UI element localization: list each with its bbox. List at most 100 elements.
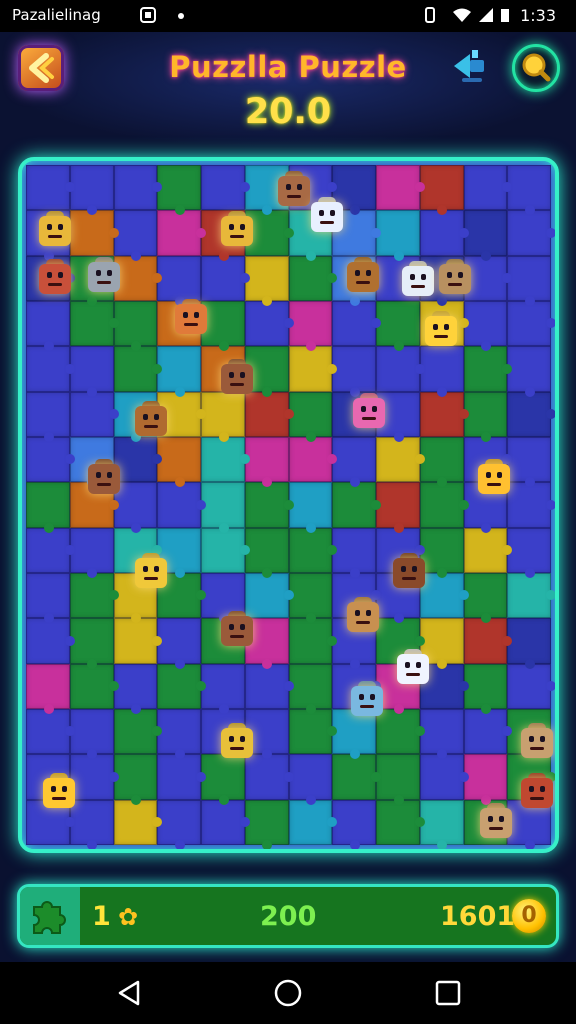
puzzle-piece[interactable] (463, 300, 508, 352)
puzzle-piece[interactable] (157, 346, 201, 397)
puzzle-piece[interactable] (419, 391, 469, 437)
brown-robot-character[interactable] (390, 553, 428, 591)
puzzle-piece[interactable] (26, 618, 75, 664)
puzzle-piece[interactable] (201, 527, 250, 573)
tan-robot-character[interactable] (477, 803, 515, 841)
red-cat-character[interactable] (36, 259, 74, 297)
puzzle-piece[interactable] (332, 300, 381, 347)
puzzle-piece[interactable] (507, 391, 555, 437)
puzzle-piece[interactable] (113, 799, 163, 845)
puzzle-piece[interactable] (463, 346, 513, 392)
puzzle-piece[interactable] (376, 165, 425, 211)
search-button[interactable] (512, 44, 560, 92)
puzzle-piece[interactable] (244, 663, 294, 709)
puzzle-piece[interactable] (419, 708, 464, 760)
yellow-robot-character[interactable] (218, 723, 256, 761)
yellow-block-character[interactable] (422, 311, 460, 349)
puzzle-piece[interactable] (332, 799, 376, 849)
puzzle-piece[interactable] (288, 391, 333, 442)
puzzle-piece[interactable] (507, 436, 551, 488)
puzzle-piece[interactable] (332, 527, 376, 578)
puzzle-piece[interactable] (288, 300, 333, 352)
puzzle-piece[interactable] (113, 346, 163, 392)
puzzle-piece[interactable] (463, 663, 508, 714)
brown-dog-character[interactable] (132, 401, 170, 439)
puzzle-piece[interactable] (157, 663, 206, 709)
puzzle-piece[interactable] (244, 799, 289, 849)
puzzle-piece[interactable] (507, 618, 551, 669)
white-ghost-character[interactable] (308, 197, 346, 235)
puzzle-piece[interactable] (376, 346, 425, 392)
orange-robot-character[interactable] (172, 299, 210, 337)
puzzle-piece[interactable] (69, 165, 114, 216)
puzzle-piece[interactable] (332, 346, 376, 397)
puzzle-piece[interactable] (201, 663, 245, 714)
puzzle-piece[interactable] (26, 391, 70, 442)
puzzle-piece[interactable] (201, 799, 250, 845)
tan-dog-character[interactable] (344, 597, 382, 635)
puzzle-piece[interactable] (244, 436, 289, 488)
puzzle-piece[interactable] (288, 346, 338, 392)
hint-button[interactable] (450, 46, 490, 86)
puzzle-piece[interactable] (507, 255, 551, 306)
puzzle-piece[interactable] (201, 482, 245, 533)
puzzle-piece[interactable] (463, 754, 508, 805)
puzzle-piece[interactable] (463, 618, 513, 664)
puzzle-piece[interactable] (332, 754, 381, 800)
gray-robot-character[interactable] (85, 257, 123, 295)
puzzle-piece[interactable] (288, 663, 333, 714)
brown-bear-character[interactable] (85, 459, 123, 497)
puzzle-piece[interactable] (26, 527, 75, 573)
puzzle-piece[interactable] (288, 436, 338, 483)
tan-robot-character[interactable] (518, 723, 555, 761)
puzzle-piece[interactable] (507, 210, 555, 256)
puzzle-piece[interactable] (376, 210, 420, 261)
puzzle-piece[interactable] (157, 210, 206, 256)
puzzle-piece[interactable] (332, 436, 376, 488)
puzzle-piece[interactable] (113, 663, 158, 714)
puzzle-piece[interactable] (157, 165, 201, 216)
puzzle-piece[interactable] (288, 754, 333, 805)
puzzle-piece[interactable] (288, 527, 338, 573)
yellow-robot-character[interactable] (36, 211, 74, 249)
puzzle-piece[interactable] (419, 436, 464, 488)
puzzle-piece[interactable] (113, 708, 163, 755)
puzzle-piece[interactable] (157, 708, 201, 760)
home-nav-icon[interactable] (273, 978, 303, 1008)
puzzle-piece[interactable] (332, 482, 381, 528)
puzzle-piece[interactable] (26, 663, 70, 714)
puzzle-piece[interactable] (157, 618, 201, 669)
yellow-robot-character[interactable] (132, 553, 170, 591)
puzzle-piece[interactable] (288, 482, 333, 533)
puzzle-piece[interactable] (157, 436, 201, 488)
puzzle-piece[interactable] (419, 165, 464, 216)
puzzle-piece[interactable] (244, 300, 294, 347)
tan-robot-character[interactable] (436, 259, 474, 297)
puzzle-piece[interactable] (26, 300, 70, 352)
puzzle-piece[interactable] (26, 572, 70, 624)
puzzle-piece[interactable] (507, 572, 555, 619)
puzzle-piece[interactable] (113, 754, 158, 805)
puzzle-piece[interactable] (419, 210, 469, 256)
puzzle-piece[interactable] (157, 482, 206, 528)
puzzle-piece[interactable] (463, 391, 508, 442)
puzzle-piece[interactable] (288, 255, 338, 301)
puzzle-piece[interactable] (507, 165, 551, 216)
puzzle-piece[interactable] (463, 527, 513, 573)
puzzle-piece[interactable] (201, 165, 250, 211)
puzzle-board[interactable] (18, 157, 559, 853)
puzzle-piece[interactable] (507, 482, 555, 528)
puzzle-piece[interactable] (507, 527, 551, 578)
puzzle-piece[interactable] (69, 708, 114, 760)
puzzle-piece[interactable] (113, 165, 163, 211)
puzzle-piece[interactable] (463, 210, 508, 261)
puzzle-piece[interactable] (376, 799, 425, 845)
puzzle-piece[interactable] (201, 255, 250, 301)
puzzle-piece[interactable] (201, 436, 250, 483)
puzzle-piece[interactable] (26, 165, 75, 211)
white-cat-character[interactable] (399, 261, 437, 299)
white-cat-character[interactable] (394, 649, 432, 687)
puzzle-piece[interactable] (463, 708, 513, 755)
yellow-cat-character[interactable] (475, 459, 513, 497)
blue-ghost-character[interactable] (348, 681, 386, 719)
